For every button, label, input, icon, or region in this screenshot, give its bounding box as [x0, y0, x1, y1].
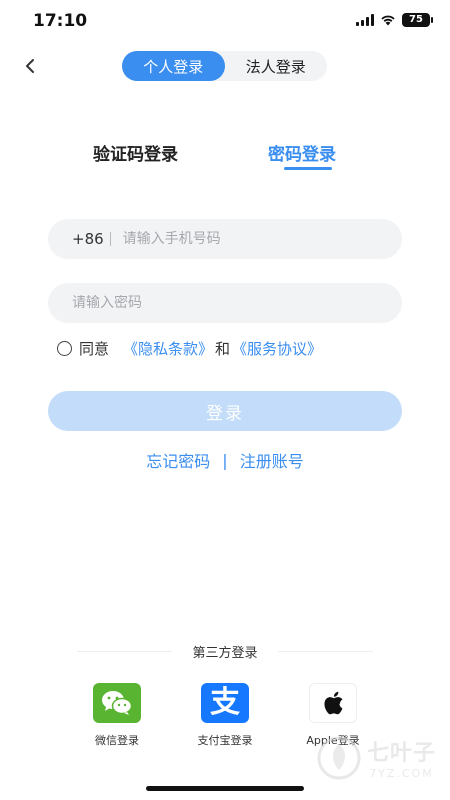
alipay-glyph: 支: [210, 685, 240, 720]
chevron-left-icon: [26, 59, 34, 73]
and-text: 和: [215, 340, 231, 358]
phone-input[interactable]: [122, 231, 363, 247]
home-indicator: [146, 786, 304, 791]
watermark: 七叶子 7YZ.COM: [317, 735, 436, 780]
alipay-login-label: 支付宝登录: [197, 734, 253, 747]
divider: [109, 232, 111, 246]
battery-icon: 75: [402, 13, 433, 27]
wechat-login-label: 微信登录: [95, 734, 139, 747]
tab-code-login[interactable]: 验证码登录: [93, 140, 178, 165]
tab-personal-login[interactable]: 个人登录: [122, 51, 225, 81]
status-time: 17:10: [33, 11, 88, 31]
tab-password-login[interactable]: 密码登录: [268, 140, 336, 165]
forgot-password-link[interactable]: 忘记密码: [146, 448, 210, 472]
agree-label: 同意: [79, 340, 110, 358]
divider-line: [277, 651, 373, 652]
active-tab-indicator: [284, 167, 332, 170]
agreement-row: 同意 《隐私条款》 和 《服务协议》: [57, 338, 322, 359]
third-party-title: 第三方登录: [0, 642, 450, 661]
leaf-logo-icon: [317, 736, 361, 779]
wechat-icon: [93, 683, 141, 723]
login-mode-switch: 个人登录 法人登录: [122, 51, 327, 81]
login-button[interactable]: 登录: [48, 391, 402, 431]
service-agreement-link[interactable]: 《服务协议》: [232, 338, 322, 359]
tab-legal-person-login[interactable]: 法人登录: [225, 51, 328, 81]
wifi-icon: [380, 14, 396, 26]
status-bar: 17:10 75: [0, 0, 450, 44]
link-separator: |: [222, 450, 228, 470]
watermark-cn: 七叶子: [366, 741, 436, 766]
password-field: [48, 283, 402, 323]
alipay-icon: 支: [201, 683, 249, 723]
alipay-login-button[interactable]: 支 支付宝登录: [185, 683, 265, 748]
login-type-tabs: 验证码登录 密码登录: [0, 140, 450, 176]
apple-icon: [309, 683, 357, 723]
country-code[interactable]: +86: [72, 230, 104, 248]
signal-icon: [356, 14, 374, 26]
watermark-text: 七叶子 7YZ.COM: [367, 735, 436, 780]
register-link[interactable]: 注册账号: [240, 448, 304, 472]
password-input[interactable]: [72, 295, 312, 311]
account-links: 忘记密码 | 注册账号: [0, 448, 450, 472]
phone-field: +86: [48, 219, 402, 259]
agree-radio[interactable]: [57, 341, 72, 356]
third-party-label: 第三方登录: [192, 646, 258, 661]
status-icons: 75: [356, 13, 433, 27]
back-button[interactable]: [18, 54, 42, 78]
watermark-en: 7YZ.COM: [369, 767, 434, 780]
privacy-link[interactable]: 《隐私条款》: [123, 338, 213, 359]
wechat-login-button[interactable]: 微信登录: [77, 683, 157, 748]
divider-line: [77, 651, 173, 652]
